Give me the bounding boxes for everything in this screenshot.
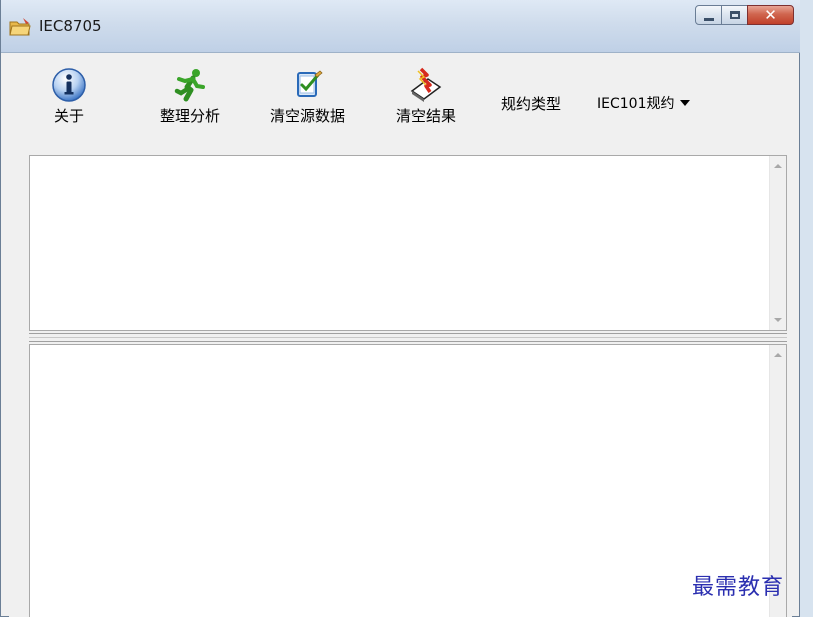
analyze-label: 整理分析 xyxy=(160,107,221,125)
minimize-button[interactable] xyxy=(695,5,722,25)
panel-splitter[interactable] xyxy=(29,333,787,342)
eraser-lightning-icon xyxy=(410,67,442,102)
analyze-button[interactable]: 整理分析 xyxy=(160,67,220,126)
folder-icon xyxy=(9,18,31,36)
protocol-type-dropdown[interactable]: IEC101规约 xyxy=(597,91,691,115)
close-button[interactable]: ✕ xyxy=(747,5,794,25)
close-icon: ✕ xyxy=(764,6,777,24)
minimize-icon xyxy=(703,17,714,21)
title-bar[interactable]: IEC8705 ✕ xyxy=(1,0,800,53)
watermark-text: 最需教育 xyxy=(692,575,785,600)
source-data-scrollbar[interactable] xyxy=(769,156,786,330)
scroll-up-icon[interactable] xyxy=(774,164,782,168)
maximize-button[interactable] xyxy=(721,5,748,25)
clear-result-button[interactable]: 清空结果 xyxy=(396,67,456,126)
protocol-selected-value: IEC101规约 xyxy=(597,96,675,112)
clear-source-label: 清空源数据 xyxy=(270,107,346,125)
app-window: IEC8705 ✕ 关于 整理分析 清空源数据 清空结果 规约类型 IEC101… xyxy=(0,0,800,617)
source-data-textarea[interactable] xyxy=(29,155,787,331)
scroll-down-icon[interactable] xyxy=(774,318,782,322)
toolbar: 关于 整理分析 清空源数据 清空结果 规约类型 IEC101规约 xyxy=(9,53,792,151)
protocol-type-label: 规约类型 xyxy=(501,95,562,113)
window-controls: ✕ xyxy=(695,5,794,27)
running-man-icon xyxy=(174,69,205,102)
scroll-up-icon[interactable] xyxy=(774,353,782,357)
about-button[interactable]: 关于 xyxy=(51,67,87,126)
about-label: 关于 xyxy=(53,107,84,125)
clipboard-check-icon xyxy=(296,70,323,97)
info-icon xyxy=(52,68,86,102)
clear-source-button[interactable]: 清空源数据 xyxy=(270,67,345,126)
maximize-icon xyxy=(729,11,740,19)
result-textarea[interactable] xyxy=(29,344,787,617)
window-title: IEC8705 xyxy=(39,17,102,35)
client-area: 关于 整理分析 清空源数据 清空结果 规约类型 IEC101规约 xyxy=(9,53,792,617)
dropdown-arrow-icon xyxy=(680,100,691,106)
clear-result-label: 清空结果 xyxy=(396,107,457,125)
